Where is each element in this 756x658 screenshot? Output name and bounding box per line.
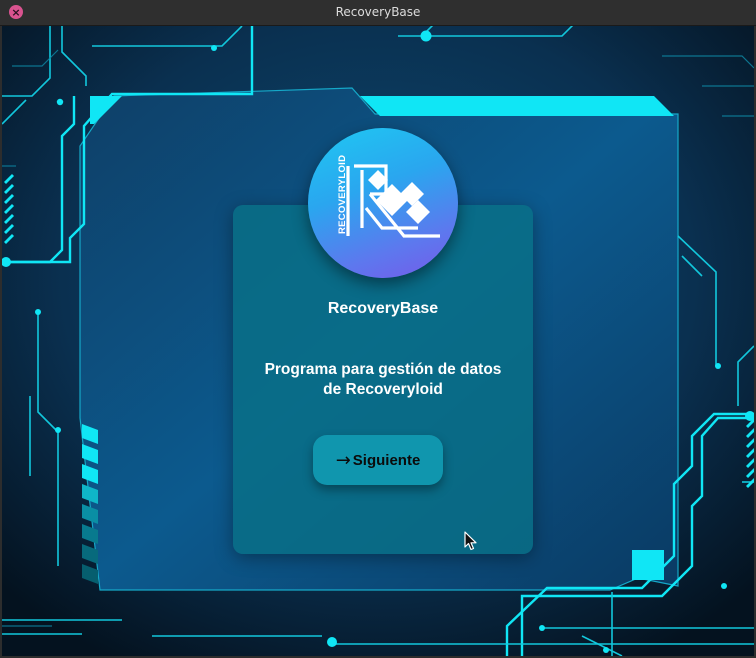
app-window: × RecoveryBase RECOVERYLOID RecoveryBase… [0,0,756,658]
window-title: RecoveryBase [335,5,421,19]
logo-mark: RECOVERYLOID [337,155,440,238]
description-line-1: Programa para gestión de datos [264,361,502,378]
next-button[interactable]: → Siguiente [313,435,443,485]
arrow-right-icon: → [335,449,351,471]
next-button-label: Siguiente [352,451,421,469]
app-name: RecoveryBase [327,300,439,317]
mouse-cursor-icon [464,531,477,551]
title-bar: × RecoveryBase [0,0,756,26]
logo-vertical-text: RECOVERYLOID [337,155,348,234]
description-line-2: de Recoveryloid [323,381,443,398]
app-description: Programa para gestión de datos de Recove… [243,360,523,400]
recoveryloid-logo-icon: RECOVERYLOID [308,128,458,278]
main-content: RECOVERYLOID RecoveryBase Programa para … [2,26,754,656]
